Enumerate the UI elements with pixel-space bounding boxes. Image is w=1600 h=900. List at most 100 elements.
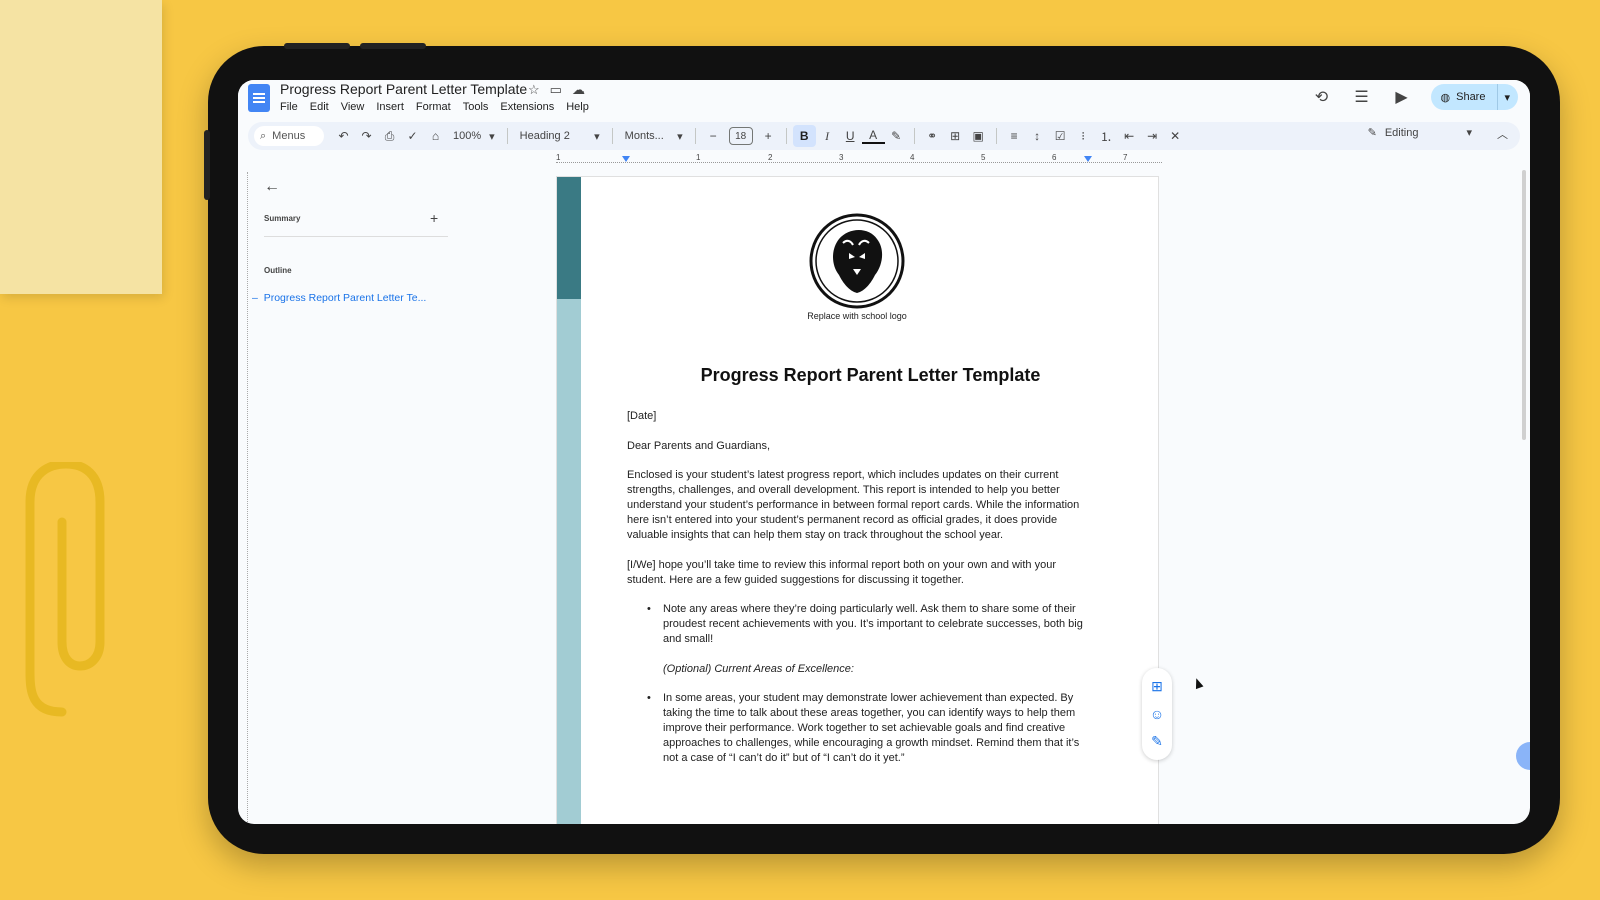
comments-icon[interactable]: ☰: [1351, 86, 1373, 108]
ruler-number: 1: [556, 153, 561, 162]
increase-indent-icon[interactable]: ⇥: [1141, 125, 1164, 147]
version-history-icon[interactable]: ⟲: [1311, 86, 1333, 108]
document-title[interactable]: Progress Report Parent Letter Template: [280, 81, 527, 97]
greeting: Dear Parents and Guardians,: [627, 439, 771, 452]
mouse-cursor: [1192, 676, 1204, 690]
menu-file[interactable]: File: [280, 101, 298, 113]
menus-search[interactable]: ⌕ Menus: [254, 126, 324, 146]
italic-button[interactable]: I: [816, 125, 839, 147]
text-color-button[interactable]: A: [861, 128, 885, 144]
spellcheck-icon[interactable]: ✓: [401, 125, 424, 147]
bold-button[interactable]: B: [792, 125, 816, 147]
outline-heading: Outline: [264, 266, 292, 275]
font-dropdown[interactable]: Monts... ▾: [619, 130, 689, 143]
move-folder-icon[interactable]: ▭: [550, 82, 562, 98]
cloud-status-icon[interactable]: ☁: [572, 82, 585, 98]
tablet-button: [360, 43, 426, 49]
clear-formatting-icon[interactable]: ✕: [1164, 125, 1187, 147]
floating-actions: ⊞ ☺ ✎: [1142, 668, 1172, 760]
line-spacing-icon[interactable]: ↕: [1026, 125, 1049, 147]
align-icon[interactable]: ≡: [1003, 125, 1026, 147]
tablet-side-button: [204, 130, 210, 200]
checklist-icon[interactable]: ☑: [1049, 125, 1072, 147]
back-arrow-icon[interactable]: ←: [264, 178, 280, 196]
toolbar-divider: [611, 128, 613, 144]
font-size-input[interactable]: 18: [728, 127, 753, 145]
panel-divider: [264, 236, 448, 237]
redo-icon[interactable]: ↷: [355, 125, 378, 147]
star-icon[interactable]: ☆: [528, 82, 540, 98]
ruler-number: 5: [981, 153, 986, 162]
menu-view[interactable]: View: [341, 101, 365, 113]
outline-item[interactable]: – Progress Report Parent Letter Te...: [252, 292, 426, 304]
document-page[interactable]: Replace with school logo Progress Report…: [556, 176, 1159, 824]
style-value: Heading 2: [519, 130, 570, 142]
explore-button[interactable]: [1516, 742, 1530, 770]
docs-logo-icon[interactable]: [248, 84, 270, 112]
toolbar: ⌕ Menus ↶ ↷ ⎙ ✓ ⌂ 100% ▾ Heading 2 ▾ Mon…: [248, 122, 1520, 150]
scrollbar[interactable]: [1522, 170, 1526, 440]
menu-bar: File Edit View Insert Format Tools Exten…: [280, 101, 589, 113]
bullet-item: Note any areas where they’re doing parti…: [647, 602, 1097, 647]
add-comment-icon[interactable]: ⊞: [944, 125, 967, 147]
underline-button[interactable]: U: [839, 125, 862, 147]
horizontal-ruler[interactable]: 1 1 2 3 4 5 6 7: [556, 153, 1162, 168]
menu-help[interactable]: Help: [566, 101, 589, 113]
toolbar-divider: [995, 128, 997, 144]
optional-section-label: (Optional) Current Areas of Excellence:: [663, 662, 854, 675]
ruler-track: [556, 162, 1162, 163]
title-actions: ☆ ▭ ☁: [528, 82, 585, 98]
increase-font-size-icon[interactable]: +: [757, 125, 780, 147]
toolbar-divider: [694, 128, 696, 144]
summary-heading: Summary: [264, 214, 301, 223]
numbered-list-icon[interactable]: ⒈: [1095, 125, 1118, 147]
school-logo-placeholder[interactable]: [809, 213, 905, 309]
right-indent-marker[interactable]: [1084, 156, 1092, 162]
collapse-menus-icon[interactable]: ︿: [1497, 126, 1508, 142]
outline-item-label: Progress Report Parent Letter Te...: [263, 292, 427, 304]
document-heading: Progress Report Parent Letter Template: [700, 365, 1041, 385]
share-button[interactable]: ◍ Share ▾: [1430, 84, 1518, 110]
zoom-dropdown[interactable]: 100% ▾: [447, 130, 501, 143]
menu-extensions[interactable]: Extensions: [500, 101, 554, 113]
menu-tools[interactable]: Tools: [463, 101, 489, 113]
globe-icon: ◍: [1440, 91, 1451, 104]
print-icon[interactable]: ⎙: [378, 125, 401, 147]
outline-dash: –: [252, 292, 264, 304]
meet-icon[interactable]: ▶: [1391, 86, 1413, 108]
toolbar-divider: [506, 128, 508, 144]
menu-insert[interactable]: Insert: [376, 101, 404, 113]
suggest-edits-icon[interactable]: ✎: [1151, 733, 1163, 750]
ruler-number: 2: [768, 153, 773, 162]
title-bar: Progress Report Parent Letter Template ☆…: [238, 80, 1530, 124]
menus-search-label: Menus: [272, 130, 306, 142]
docs-window: Progress Report Parent Letter Template ☆…: [238, 80, 1530, 824]
link-icon[interactable]: ⚭: [921, 125, 944, 147]
paragraph: [I/We] hope you’ll take time to review t…: [627, 558, 1057, 586]
menu-edit[interactable]: Edit: [310, 101, 329, 113]
chevron-down-icon[interactable]: ▾: [1504, 91, 1510, 104]
chevron-down-icon: ▾: [677, 130, 683, 143]
paragraph: Enclosed is your student’s latest progre…: [627, 469, 1080, 541]
bulleted-list-icon[interactable]: ⁝: [1072, 125, 1095, 147]
paint-format-icon[interactable]: ⌂: [424, 125, 447, 147]
left-indent-marker[interactable]: [622, 156, 630, 162]
highlight-icon[interactable]: ✎: [885, 125, 908, 147]
decrease-indent-icon[interactable]: ⇤: [1118, 125, 1141, 147]
menu-format[interactable]: Format: [416, 101, 451, 113]
undo-icon[interactable]: ↶: [332, 125, 355, 147]
add-comment-icon[interactable]: ⊞: [1151, 678, 1163, 695]
style-dropdown[interactable]: Heading 2 ▾: [514, 130, 606, 143]
decrease-font-size-icon[interactable]: −: [702, 125, 725, 147]
share-divider: [1497, 84, 1499, 110]
emoji-reaction-icon[interactable]: ☺: [1150, 706, 1164, 722]
font-value: Monts...: [624, 130, 664, 142]
chevron-down-icon: ▾: [489, 130, 495, 143]
zoom-value: 100%: [453, 130, 482, 142]
editing-mode-dropdown[interactable]: ✎ Editing ▾: [1368, 126, 1472, 140]
bullet-list: In some areas, your student may demonstr…: [627, 691, 1097, 766]
tablet-frame: Progress Report Parent Letter Template ☆…: [204, 43, 1560, 854]
insert-image-icon[interactable]: ▣: [967, 125, 990, 147]
tablet-button: [284, 43, 350, 49]
add-summary-icon[interactable]: +: [430, 210, 438, 226]
